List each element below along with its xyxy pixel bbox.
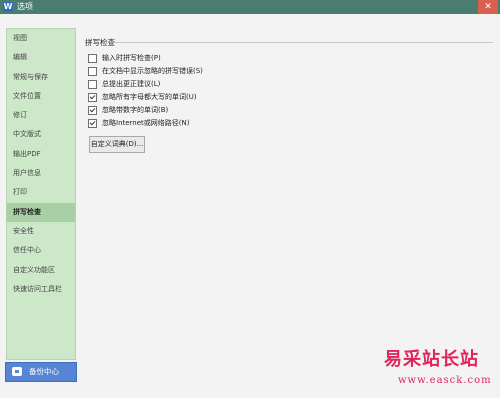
spell-check-panel: 拼写检查 输入时拼写检查(P) 在文档中显示忽略的拼写错误(S) 总提出更正建议… — [83, 28, 496, 358]
backup-center-button[interactable]: 备份中心 — [5, 362, 77, 382]
checkbox[interactable] — [88, 79, 97, 89]
option-spell-check-while-typing[interactable]: 输入时拼写检查(P) — [88, 53, 161, 63]
checkbox[interactable] — [88, 53, 97, 63]
sidebar-item-view[interactable]: 视图 — [7, 29, 75, 48]
checkbox[interactable] — [88, 105, 97, 115]
sidebar-item-security[interactable]: 安全性 — [7, 222, 75, 241]
sidebar-item-general-save[interactable]: 常规与保存 — [7, 68, 75, 87]
custom-dictionary-button[interactable]: 自定义词典(D)... — [89, 136, 145, 153]
checkbox[interactable] — [88, 66, 97, 76]
option-ignore-internet-paths[interactable]: 忽略Internet或网络路径(N) — [88, 118, 190, 128]
sidebar-item-trust-center[interactable]: 信任中心 — [7, 241, 75, 260]
window-title: 选项 — [17, 2, 33, 11]
sidebar: 视图 编辑 常规与保存 文件位置 修订 中文版式 输出PDF 用户信息 打印 拼… — [6, 28, 76, 360]
close-button[interactable]: ✕ — [478, 0, 498, 14]
option-ignore-numbers[interactable]: 忽略带数字的单词(B) — [88, 105, 168, 115]
sidebar-item-export-pdf[interactable]: 输出PDF — [7, 145, 75, 164]
checkbox[interactable] — [88, 92, 97, 102]
option-label: 输入时拼写检查(P) — [102, 54, 161, 62]
sidebar-item-revision[interactable]: 修订 — [7, 106, 75, 125]
wps-writer-icon: W — [3, 2, 13, 12]
watermark-title: 易采站长站 — [384, 349, 479, 370]
sidebar-item-customize-ribbon[interactable]: 自定义功能区 — [7, 261, 75, 280]
option-always-suggest[interactable]: 总提出更正建议(L) — [88, 79, 160, 89]
sidebar-item-user-info[interactable]: 用户信息 — [7, 164, 75, 183]
option-label: 总提出更正建议(L) — [102, 80, 161, 88]
section-title: 拼写检查 — [85, 38, 115, 47]
option-show-ignored-errors[interactable]: 在文档中显示忽略的拼写错误(S) — [88, 66, 203, 76]
checkbox[interactable] — [88, 118, 97, 128]
sidebar-item-print[interactable]: 打印 — [7, 183, 75, 202]
watermark: 易采站长站 www.easck.com — [380, 345, 498, 395]
sidebar-item-edit[interactable]: 编辑 — [7, 48, 75, 67]
option-label: 忽略Internet或网络路径(N) — [102, 119, 190, 127]
section-divider — [113, 42, 493, 43]
watermark-url: www.easck.com — [398, 375, 492, 386]
backup-icon — [12, 367, 22, 376]
title-bar: W 选项 ✕ — [0, 0, 500, 14]
options-dialog: 视图 编辑 常规与保存 文件位置 修订 中文版式 输出PDF 用户信息 打印 拼… — [0, 14, 500, 398]
sidebar-item-file-location[interactable]: 文件位置 — [7, 87, 75, 106]
option-label: 忽略带数字的单词(B) — [102, 106, 169, 114]
sidebar-item-chinese-layout[interactable]: 中文版式 — [7, 125, 75, 144]
sidebar-item-spell-check[interactable]: 拼写检查 — [7, 202, 75, 222]
option-label: 忽略所有字母都大写的单词(U) — [102, 93, 197, 101]
option-label: 在文档中显示忽略的拼写错误(S) — [102, 67, 203, 75]
option-ignore-uppercase[interactable]: 忽略所有字母都大写的单词(U) — [88, 92, 197, 102]
backup-center-label: 备份中心 — [29, 367, 59, 376]
sidebar-item-quick-access-toolbar[interactable]: 快速访问工具栏 — [7, 280, 75, 299]
